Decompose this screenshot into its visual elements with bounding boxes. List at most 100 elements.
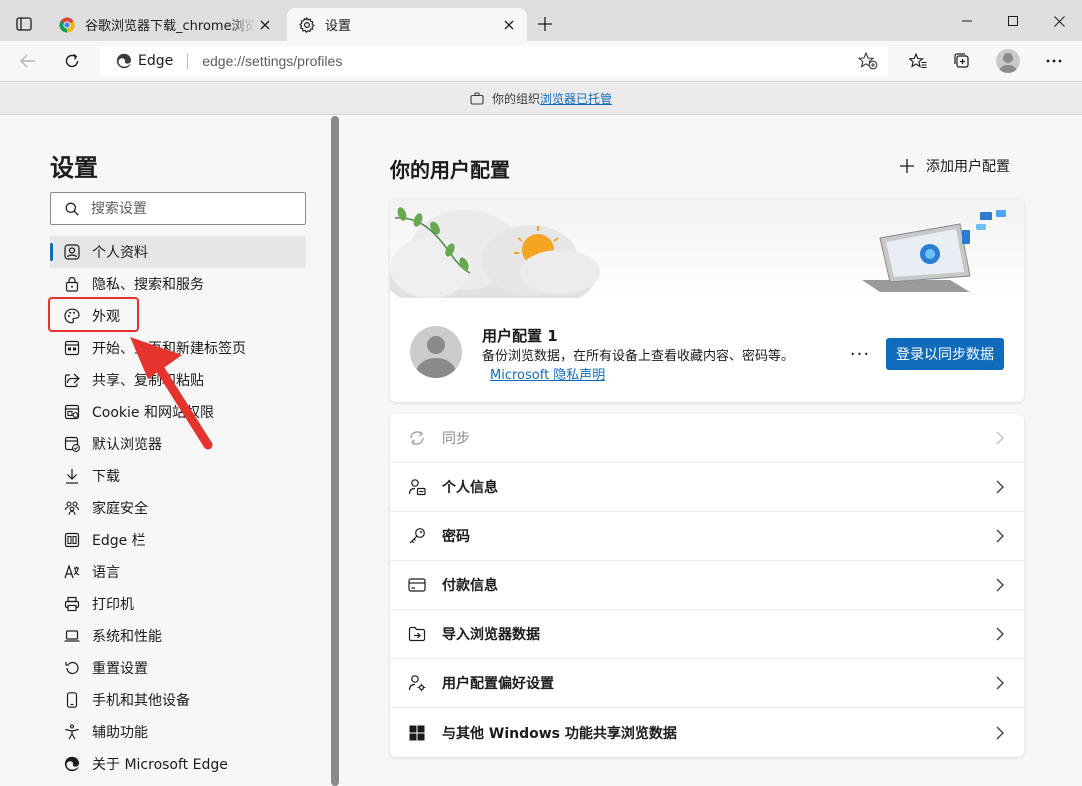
minimize-icon[interactable] xyxy=(944,6,990,36)
sidebar-item-label: 关于 Microsoft Edge xyxy=(92,757,228,773)
sidebar-item-label: 个人资料 xyxy=(92,245,148,261)
main-content: 你的用户配置 添加用户配置 用户配置 1 备份浏览数据，在所有设备上查看收藏内容… xyxy=(340,116,1082,786)
sidebar-scrollbar[interactable] xyxy=(330,116,340,786)
page-title: 你的用户配置 xyxy=(390,158,510,182)
tab-actions-icon[interactable] xyxy=(10,12,38,36)
row-label: 密码 xyxy=(442,529,470,545)
sidebar-item-default-browser[interactable]: 默认浏览器 xyxy=(50,428,306,460)
printer-icon xyxy=(64,596,80,612)
sidebar-item-downloads[interactable]: 下载 xyxy=(50,460,306,492)
edge-logo-icon xyxy=(64,756,80,772)
sidebar-item-label: 家庭安全 xyxy=(92,501,148,517)
sidebar-item-profiles[interactable]: 个人资料 xyxy=(50,236,306,268)
tab-close-icon[interactable] xyxy=(499,15,519,35)
profile-settings-list: 同步 个人信息 密码 付款信息 导入浏览器数据 用户配置偏好设置 与其他 Win… xyxy=(390,414,1024,757)
profile-card: 用户配置 1 备份浏览数据，在所有设备上查看收藏内容、密码等。 Microsoft… xyxy=(390,198,1024,402)
more-options-icon[interactable]: ··· xyxy=(848,342,872,366)
sidebar-item-appearance[interactable]: 外观 xyxy=(50,300,306,332)
sidebar-item-label: 外观 xyxy=(92,309,120,325)
add-profile-button[interactable]: 添加用户配置 xyxy=(900,154,1010,178)
row-label: 同步 xyxy=(442,431,470,447)
gear-icon xyxy=(299,16,315,33)
chevron-right-icon xyxy=(996,529,1004,543)
row-personal-info[interactable]: 个人信息 xyxy=(390,463,1024,512)
favorites-icon[interactable] xyxy=(903,46,933,76)
row-label: 导入浏览器数据 xyxy=(442,627,540,643)
profile-avatar xyxy=(410,326,462,378)
privacy-statement-link[interactable]: Microsoft 隐私声明 xyxy=(490,368,605,383)
settings-title: 设置 xyxy=(50,154,98,182)
sidebar-item-label: 重置设置 xyxy=(92,661,148,677)
row-profile-preferences[interactable]: 用户配置偏好设置 xyxy=(390,659,1024,708)
phone-icon xyxy=(64,692,80,708)
refresh-icon[interactable] xyxy=(57,46,87,76)
tab-chrome-download[interactable]: 谷歌浏览器下载_chrome浏览器官方下载 xyxy=(47,8,283,41)
new-tab-icon[interactable] xyxy=(533,12,557,36)
sidebar-item-cookies[interactable]: Cookie 和网站权限 xyxy=(50,396,306,428)
close-window-icon[interactable] xyxy=(1036,6,1082,36)
scrollbar-thumb[interactable] xyxy=(331,116,339,786)
search-input[interactable] xyxy=(91,200,281,217)
card-icon xyxy=(407,575,427,595)
accessibility-icon xyxy=(64,724,80,740)
profile-avatar-icon[interactable] xyxy=(993,46,1023,76)
download-icon xyxy=(64,468,80,484)
tab-close-icon[interactable] xyxy=(255,15,275,35)
managed-link[interactable]: 浏览器已托管 xyxy=(540,90,612,107)
search-box[interactable] xyxy=(50,192,306,225)
tab-settings[interactable]: 设置 xyxy=(287,8,527,41)
maximize-icon[interactable] xyxy=(990,6,1036,36)
sidebar-item-label: 系统和性能 xyxy=(92,629,162,645)
sidebar-item-privacy[interactable]: 隐私、搜索和服务 xyxy=(50,268,306,300)
sidebar-item-label: 默认浏览器 xyxy=(92,437,162,453)
profile-prefs-icon xyxy=(407,673,427,693)
sidebar: 设置 个人资料 隐私、搜索和服务 外观 开始、主页和新建标签页 共享、复制和粘贴 xyxy=(0,116,330,786)
back-icon[interactable] xyxy=(13,46,43,76)
tab-title: 谷歌浏览器下载_chrome浏览器官方下载 xyxy=(85,19,255,34)
sidebar-item-share[interactable]: 共享、复制和粘贴 xyxy=(50,364,306,396)
address-bar[interactable]: Edge edge://settings/profiles xyxy=(100,46,888,76)
toolbar: Edge edge://settings/profiles xyxy=(0,41,1082,81)
row-passwords[interactable]: 密码 xyxy=(390,512,1024,561)
sidebar-item-about[interactable]: 关于 Microsoft Edge xyxy=(50,748,306,780)
add-favorite-icon[interactable] xyxy=(858,52,878,70)
sidebar-item-phone[interactable]: 手机和其他设备 xyxy=(50,684,306,716)
sidebar-item-edge-bar[interactable]: Edge 栏 xyxy=(50,524,306,556)
laptop-icon xyxy=(64,628,80,644)
language-icon xyxy=(64,564,80,580)
chevron-right-icon xyxy=(996,480,1004,494)
sidebar-item-family[interactable]: 家庭安全 xyxy=(50,492,306,524)
row-windows-sharing[interactable]: 与其他 Windows 功能共享浏览数据 xyxy=(390,708,1024,757)
chevron-right-icon xyxy=(996,676,1004,690)
sign-in-sync-button[interactable]: 登录以同步数据 xyxy=(886,338,1004,370)
sidebar-item-language[interactable]: 语言 xyxy=(50,556,306,588)
default-browser-icon xyxy=(64,436,80,452)
tab-strip: 谷歌浏览器下载_chrome浏览器官方下载 设置 xyxy=(0,0,1082,41)
import-icon xyxy=(407,624,427,644)
url-text[interactable]: edge://settings/profiles xyxy=(202,53,858,69)
site-permissions-icon xyxy=(64,404,80,420)
search-icon xyxy=(65,202,79,216)
reset-icon xyxy=(64,660,80,676)
sidebar-item-printers[interactable]: 打印机 xyxy=(50,588,306,620)
row-import-data[interactable]: 导入浏览器数据 xyxy=(390,610,1024,659)
sidebar-item-accessibility[interactable]: 辅助功能 xyxy=(50,716,306,748)
collections-icon[interactable] xyxy=(947,46,977,76)
windows-icon xyxy=(407,723,427,743)
sidebar-item-label: 开始、主页和新建标签页 xyxy=(92,341,246,357)
personal-info-icon xyxy=(407,477,427,497)
home-icon xyxy=(64,340,80,356)
sidebar-item-reset[interactable]: 重置设置 xyxy=(50,652,306,684)
key-icon xyxy=(407,526,427,546)
row-sync[interactable]: 同步 xyxy=(390,414,1024,463)
sidebar-item-label: 辅助功能 xyxy=(92,725,148,741)
more-menu-icon[interactable] xyxy=(1039,46,1069,76)
sidebar-item-start-home[interactable]: 开始、主页和新建标签页 xyxy=(50,332,306,364)
sidebar-item-system[interactable]: 系统和性能 xyxy=(50,620,306,652)
palette-icon xyxy=(64,308,80,324)
row-payment-info[interactable]: 付款信息 xyxy=(390,561,1024,610)
sidebar-item-label: 隐私、搜索和服务 xyxy=(92,277,204,293)
profile-banner-illustration xyxy=(390,198,1024,298)
briefcase-icon xyxy=(470,91,484,105)
managed-text: 你的组织 xyxy=(491,91,540,106)
